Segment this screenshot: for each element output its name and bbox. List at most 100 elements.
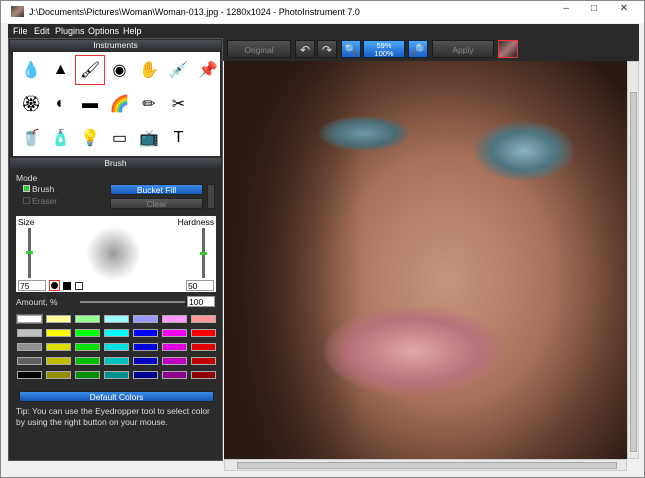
undo-button[interactable]: ↶ [295, 40, 315, 58]
bucket-fill-button[interactable]: Bucket Fill [110, 184, 203, 195]
instrument-rainbow-icon[interactable]: 🌈 [106, 90, 134, 118]
color-swatch[interactable] [191, 343, 216, 351]
color-swatch[interactable] [104, 371, 129, 379]
instrument-bulb-icon[interactable]: 💡 [76, 124, 104, 152]
instrument-text-icon[interactable]: T [165, 124, 193, 152]
menu-edit[interactable]: Edit [34, 26, 50, 36]
menu-file[interactable]: File [13, 26, 28, 36]
color-swatch[interactable] [104, 329, 129, 337]
zoom-in-button[interactable]: 🔎 [408, 40, 428, 58]
instrument-cone-icon[interactable]: ▲ [47, 56, 75, 84]
color-swatch[interactable] [191, 357, 216, 365]
vertical-scroll-thumb[interactable] [630, 92, 637, 452]
menu-help[interactable]: Help [123, 26, 142, 36]
lips [324, 306, 504, 396]
color-swatch[interactable] [133, 343, 158, 351]
color-swatch[interactable] [162, 343, 187, 351]
color-swatch[interactable] [191, 315, 216, 323]
toolbar: Original ↶ ↷ 🔍 59% 100% 🔎 Apply [223, 38, 639, 61]
color-swatch[interactable] [17, 329, 42, 337]
instrument-scissors-icon[interactable]: ✂ [165, 90, 193, 118]
instrument-stamp-icon[interactable]: ◉ [106, 56, 134, 84]
color-swatch[interactable] [75, 315, 100, 323]
scissors-icon: ✂ [171, 96, 186, 113]
color-swatch[interactable] [104, 357, 129, 365]
image-canvas[interactable] [224, 61, 627, 459]
horizontal-scrollbar[interactable] [224, 459, 627, 471]
round-brush-button[interactable] [49, 280, 60, 291]
color-swatch[interactable] [191, 371, 216, 379]
horizontal-scroll-thumb[interactable] [237, 462, 617, 469]
pencils-icon: ✏ [142, 96, 156, 113]
instrument-eraser-icon[interactable]: ▭ [106, 124, 134, 152]
image-thumbnail[interactable] [498, 40, 518, 58]
finger-icon: ✋ [139, 62, 159, 79]
custom-brush-button[interactable] [75, 282, 83, 290]
color-swatch[interactable] [16, 314, 43, 324]
instrument-cup-icon[interactable]: 🥤 [17, 124, 45, 152]
color-swatch[interactable] [133, 371, 158, 379]
color-swatch[interactable] [46, 329, 71, 337]
instrument-brushes-icon[interactable]: 🖌 [75, 55, 105, 85]
close-button[interactable]: ✕ [611, 3, 637, 17]
color-swatch[interactable] [46, 343, 71, 351]
eraser-radio[interactable] [23, 197, 30, 204]
color-swatch[interactable] [75, 357, 100, 365]
color-swatch[interactable] [104, 315, 129, 323]
instrument-gradient-icon[interactable]: ▬ [76, 90, 104, 118]
square-brush-button[interactable] [63, 282, 71, 290]
eye-icon: ◐ [55, 95, 66, 112]
color-swatch[interactable] [162, 329, 187, 337]
size-slider[interactable] [26, 228, 33, 278]
color-swatch[interactable] [104, 343, 129, 351]
maximize-button[interactable]: □ [581, 3, 607, 17]
menu-bar: File Edit Plugins Options Help [8, 24, 639, 38]
instrument-eye-icon[interactable]: ◐ [47, 90, 75, 118]
instrument-badge-icon[interactable]: 🏵 [17, 90, 45, 118]
menu-options[interactable]: Options [88, 26, 119, 36]
color-swatch[interactable] [46, 357, 71, 365]
instrument-pin-icon[interactable]: 📌 [194, 56, 222, 84]
clear-button[interactable]: Clear [110, 198, 203, 209]
default-colors-button[interactable]: Default Colors [19, 391, 214, 402]
brush-preview-area: Size Hardness 75 50 [16, 216, 216, 292]
instrument-finger-icon[interactable]: ✋ [135, 56, 163, 84]
instrument-drop-icon[interactable]: 💧 [17, 56, 45, 84]
menu-plugins[interactable]: Plugins [55, 26, 85, 36]
color-swatch[interactable] [17, 343, 42, 351]
color-swatch[interactable] [46, 315, 71, 323]
color-swatch[interactable] [133, 329, 158, 337]
color-swatch[interactable] [17, 357, 42, 365]
size-input[interactable]: 75 [18, 280, 46, 291]
brush-radio[interactable] [23, 185, 30, 192]
color-swatch[interactable] [17, 371, 42, 379]
original-button[interactable]: Original [227, 40, 291, 58]
tv-icon: 📺 [139, 130, 159, 147]
color-swatch[interactable] [46, 371, 71, 379]
brush-preview [86, 226, 141, 281]
apply-button[interactable]: Apply [432, 40, 494, 58]
instrument-tv-icon[interactable]: 📺 [135, 124, 163, 152]
color-swatch[interactable] [133, 315, 158, 323]
color-swatch[interactable] [133, 357, 158, 365]
color-swatch[interactable] [162, 371, 187, 379]
amount-input[interactable]: 100 [187, 296, 215, 307]
color-swatch[interactable] [75, 343, 100, 351]
instrument-bottle-icon[interactable]: 🧴 [47, 124, 75, 152]
minimize-button[interactable]: – [553, 3, 579, 17]
hardness-input[interactable]: 50 [186, 280, 214, 291]
color-swatch[interactable] [191, 329, 216, 337]
instrument-dropper-white-icon[interactable]: 💉 [165, 56, 193, 84]
color-swatch[interactable] [162, 357, 187, 365]
zoom-out-button[interactable]: 🔍 [341, 40, 361, 58]
color-swatch[interactable] [75, 329, 100, 337]
color-swatch[interactable] [75, 371, 100, 379]
mode-scroll[interactable] [207, 184, 215, 209]
color-swatch[interactable] [162, 315, 187, 323]
redo-button[interactable]: ↷ [317, 40, 337, 58]
amount-slider[interactable] [80, 301, 185, 303]
zoom-toggle-button[interactable]: 59% 100% [363, 40, 405, 58]
vertical-scrollbar[interactable] [627, 61, 639, 459]
hardness-slider[interactable] [200, 228, 207, 278]
instrument-pencils-icon[interactable]: ✏ [135, 90, 163, 118]
